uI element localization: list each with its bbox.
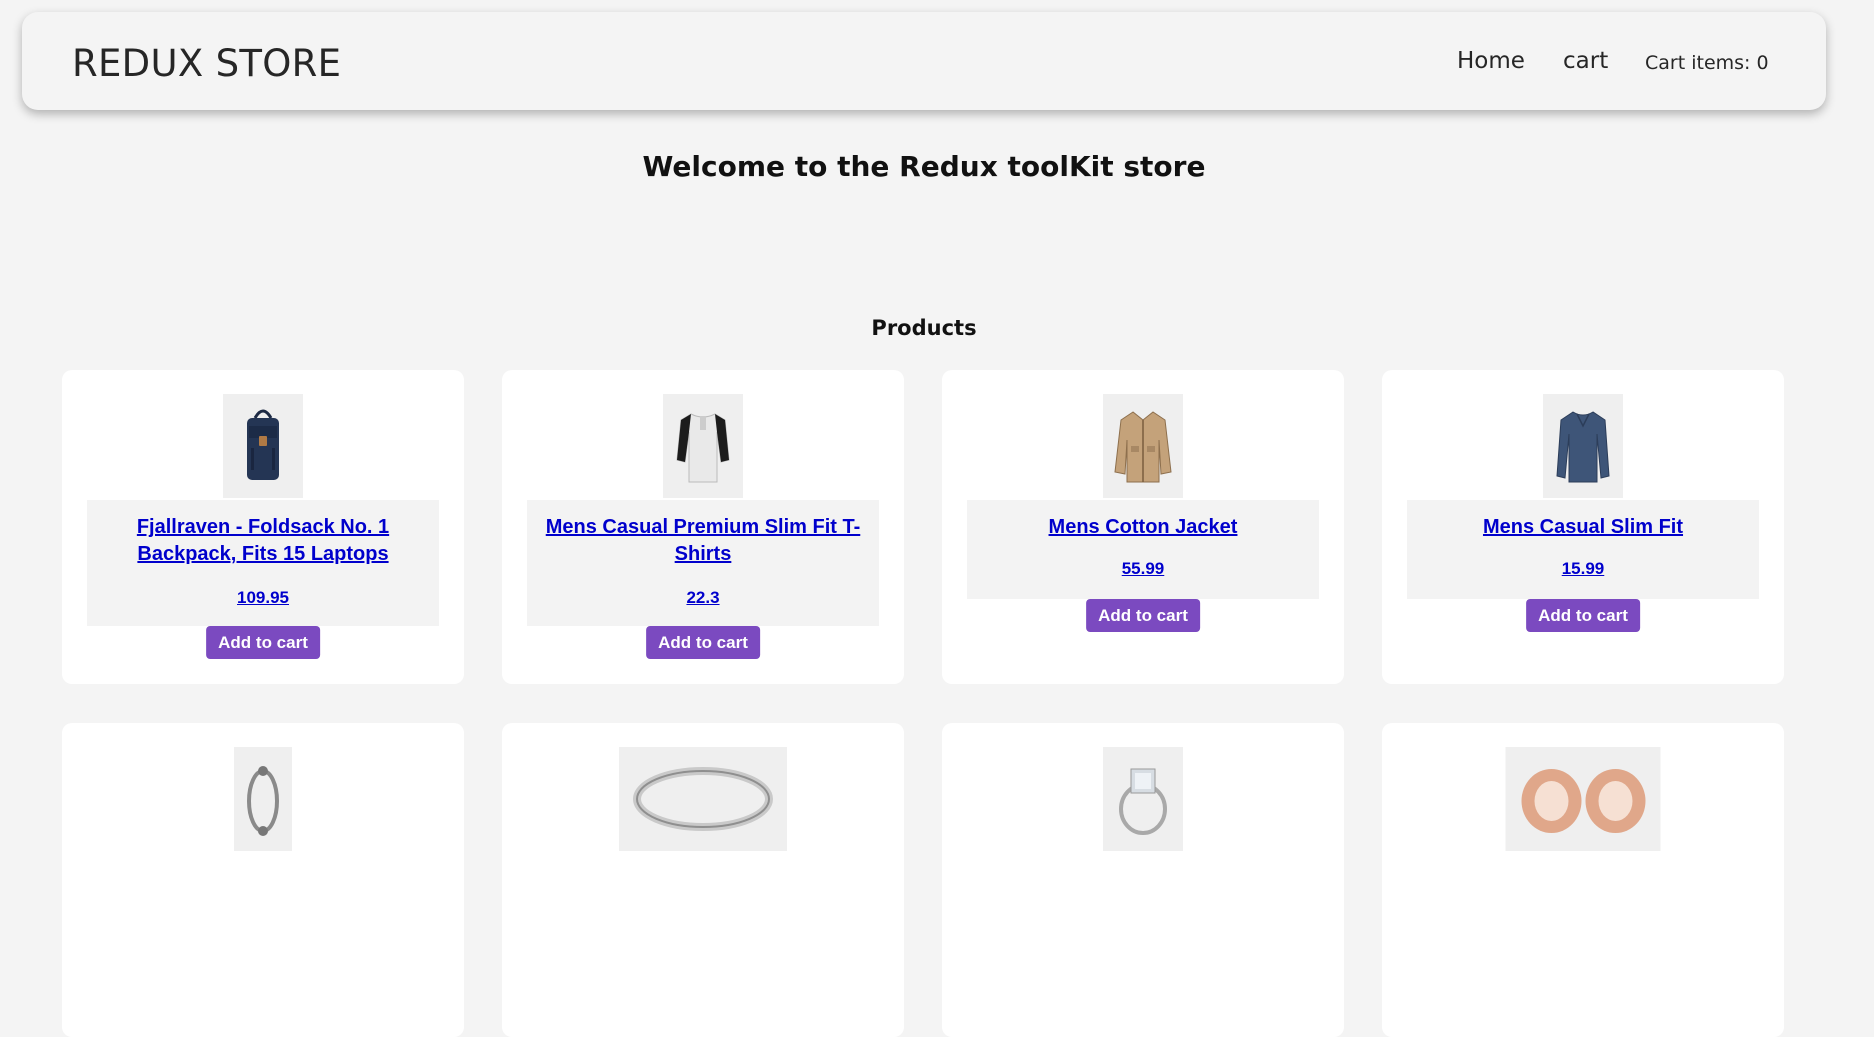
product-info: Mens Cotton Jacket 55.99 xyxy=(967,500,1319,599)
product-card: Mens Casual Slim Fit 15.99 Add to cart xyxy=(1382,370,1784,684)
product-title-link[interactable]: Mens Casual Premium Slim Fit T-Shirts xyxy=(527,514,879,568)
product-info: Mens Casual Slim Fit 15.99 xyxy=(1407,500,1759,599)
backpack-image xyxy=(223,394,303,498)
jacket-image xyxy=(1103,394,1183,498)
product-card: Mens Cotton Jacket 55.99 Add to cart xyxy=(942,370,1344,684)
tshirt-image xyxy=(663,394,743,498)
product-card: Mens Casual Premium Slim Fit T-Shirts 22… xyxy=(502,370,904,684)
product-title-link[interactable]: Mens Casual Slim Fit xyxy=(1407,514,1759,541)
welcome-heading: Welcome to the Redux toolKit store xyxy=(642,150,1206,183)
product-price-link[interactable]: 15.99 xyxy=(1407,559,1759,579)
product-card xyxy=(1382,723,1784,1037)
nav-home-link[interactable]: Home xyxy=(1457,48,1525,74)
ring-band-image xyxy=(619,747,787,851)
product-title-link[interactable]: Fjallraven - Foldsack No. 1 Backpack, Fi… xyxy=(87,514,439,568)
nav-cart-link[interactable]: cart xyxy=(1563,48,1608,74)
product-price-link[interactable]: 55.99 xyxy=(967,559,1319,579)
cart-items-count: Cart items: 0 xyxy=(1645,52,1769,74)
diamond-ring-image xyxy=(1103,747,1183,851)
product-info: Fjallraven - Foldsack No. 1 Backpack, Fi… xyxy=(87,500,439,626)
navbar: REDUX STORE Home cart Cart items: 0 xyxy=(22,12,1826,110)
add-to-cart-button[interactable]: Add to cart xyxy=(1086,599,1200,632)
products-heading: Products xyxy=(871,316,977,340)
longsleeve-image xyxy=(1543,394,1623,498)
product-price-link[interactable]: 22.3 xyxy=(527,588,879,608)
product-title-link[interactable]: Mens Cotton Jacket xyxy=(967,514,1319,541)
add-to-cart-button[interactable]: Add to cart xyxy=(646,626,760,659)
store-brand[interactable]: REDUX STORE xyxy=(72,42,341,85)
product-card xyxy=(62,723,464,1037)
bracelet-image xyxy=(234,747,292,851)
product-card: Fjallraven - Foldsack No. 1 Backpack, Fi… xyxy=(62,370,464,684)
add-to-cart-button[interactable]: Add to cart xyxy=(1526,599,1640,632)
product-card xyxy=(502,723,904,1037)
product-price-link[interactable]: 109.95 xyxy=(87,588,439,608)
product-card xyxy=(942,723,1344,1037)
add-to-cart-button[interactable]: Add to cart xyxy=(206,626,320,659)
ear-plugs-image xyxy=(1505,747,1661,851)
product-info: Mens Casual Premium Slim Fit T-Shirts 22… xyxy=(527,500,879,626)
